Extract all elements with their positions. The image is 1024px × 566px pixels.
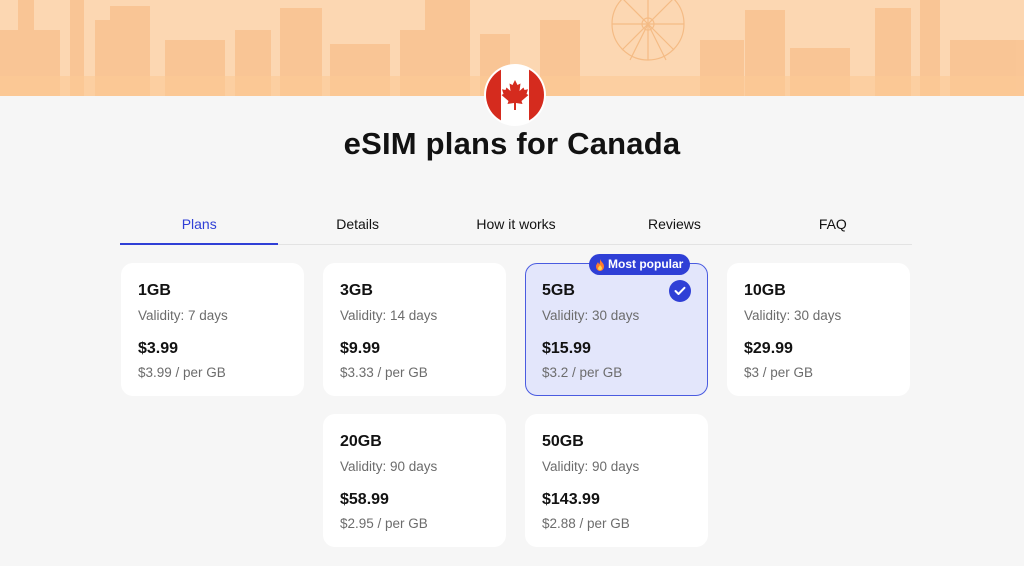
tab-bar: Plans Details How it works Reviews FAQ bbox=[120, 204, 912, 245]
check-circle-icon bbox=[669, 280, 691, 302]
plan-size: 1GB bbox=[138, 282, 171, 299]
plan-size: 20GB bbox=[340, 433, 382, 450]
plan-card-10gb[interactable]: 10GB Validity: 30 days $29.99 $3 / per G… bbox=[727, 263, 910, 396]
plan-price: $15.99 bbox=[542, 340, 591, 357]
plan-validity: Validity: 30 days bbox=[744, 308, 842, 323]
plan-validity: Validity: 90 days bbox=[542, 459, 640, 474]
most-popular-badge: Most popular bbox=[589, 254, 691, 275]
plan-price-per-gb: $3.2 / per GB bbox=[542, 365, 623, 380]
plan-card-5gb[interactable]: Most popular 5GB Validity: 30 days $15.9… bbox=[525, 254, 708, 396]
plan-price-per-gb: $3.99 / per GB bbox=[138, 365, 226, 380]
plan-size: 10GB bbox=[744, 282, 786, 299]
canada-flag bbox=[486, 66, 544, 124]
plan-validity: Validity: 7 days bbox=[138, 308, 228, 323]
maple-leaf-icon bbox=[486, 66, 544, 124]
plan-card-50gb[interactable]: 50GB Validity: 90 days $143.99 $2.88 / p… bbox=[525, 414, 708, 547]
tab-plans[interactable]: Plans bbox=[120, 204, 279, 245]
plan-size: 50GB bbox=[542, 433, 584, 450]
plan-price: $143.99 bbox=[542, 491, 600, 508]
plan-price: $58.99 bbox=[340, 491, 389, 508]
plan-size: 3GB bbox=[340, 282, 373, 299]
plan-price-per-gb: $2.95 / per GB bbox=[340, 516, 428, 531]
plan-validity: Validity: 14 days bbox=[340, 308, 438, 323]
plan-price: $29.99 bbox=[744, 340, 793, 357]
tab-reviews[interactable]: Reviews bbox=[595, 204, 753, 244]
plan-validity: Validity: 30 days bbox=[542, 308, 640, 323]
badge-label: Most popular bbox=[608, 257, 684, 271]
fire-icon bbox=[596, 258, 604, 271]
page-title: eSIM plans for Canada bbox=[343, 126, 681, 161]
tab-faq[interactable]: FAQ bbox=[754, 204, 912, 244]
tab-how-it-works[interactable]: How it works bbox=[437, 204, 595, 244]
plan-price-per-gb: $3.33 / per GB bbox=[340, 365, 428, 380]
plan-card-1gb[interactable]: 1GB Validity: 7 days $3.99 $3.99 / per G… bbox=[121, 263, 304, 396]
plan-price-per-gb: $2.88 / per GB bbox=[542, 516, 630, 531]
plan-card-20gb[interactable]: 20GB Validity: 90 days $58.99 $2.95 / pe… bbox=[323, 414, 506, 547]
plan-price: $9.99 bbox=[340, 340, 381, 357]
plan-validity: Validity: 90 days bbox=[340, 459, 438, 474]
plan-price-per-gb: $3 / per GB bbox=[744, 365, 814, 380]
plan-price: $3.99 bbox=[138, 340, 179, 357]
plan-card-3gb[interactable]: 3GB Validity: 14 days $9.99 $3.33 / per … bbox=[323, 263, 506, 396]
tab-details[interactable]: Details bbox=[278, 204, 436, 244]
